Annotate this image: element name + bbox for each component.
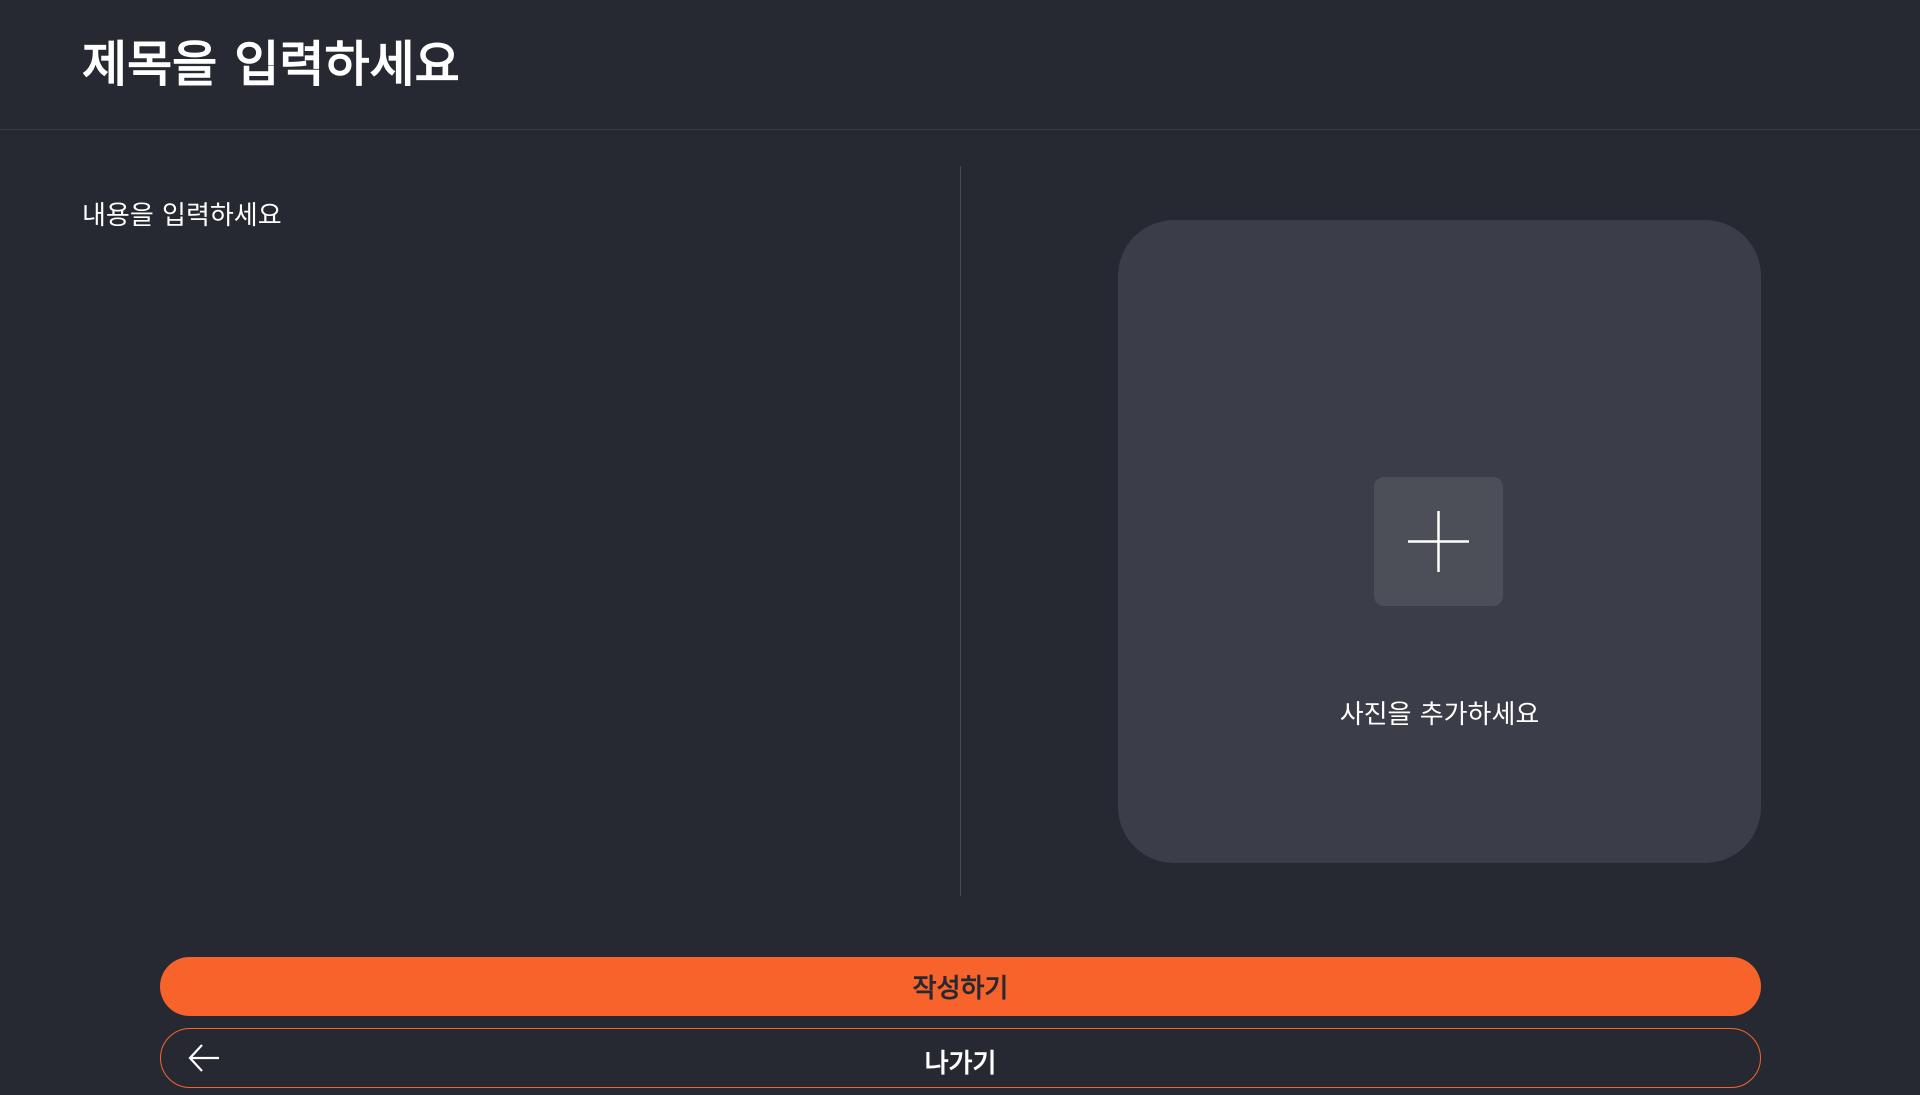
exit-button-label: 나가기 — [924, 1049, 997, 1079]
photo-upload-label: 사진을 추가하세요 — [1339, 700, 1540, 730]
plus-icon — [1408, 511, 1469, 572]
vertical-divider — [960, 166, 961, 896]
header — [0, 0, 1920, 130]
photo-upload-area[interactable]: 사진을 추가하세요 — [1118, 220, 1761, 863]
add-photo-button[interactable] — [1374, 477, 1503, 606]
exit-button[interactable]: 나가기 — [160, 1028, 1761, 1088]
content-textarea[interactable] — [82, 196, 922, 876]
submit-button[interactable]: 작성하기 — [160, 957, 1761, 1016]
title-input[interactable] — [82, 26, 1282, 102]
